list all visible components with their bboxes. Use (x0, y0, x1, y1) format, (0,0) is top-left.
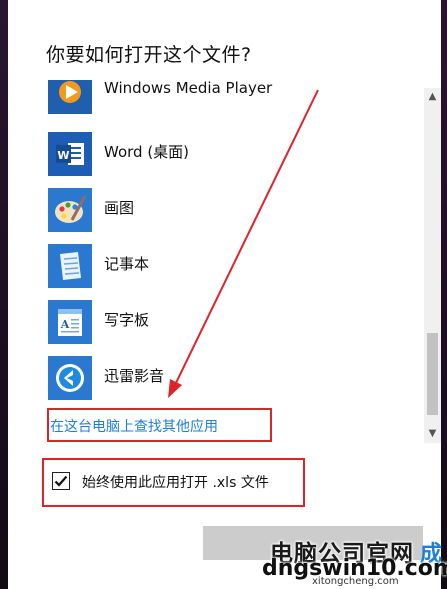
app-item-word[interactable]: W Word (桌面) (48, 132, 408, 176)
svg-text:A: A (60, 318, 70, 331)
app-item-wordpad[interactable]: A 写字板 (48, 300, 408, 344)
app-item-paint[interactable]: 画图 (48, 188, 408, 232)
paint-icon (48, 188, 92, 232)
xunlei-player-icon (48, 356, 92, 400)
app-name: 记事本 (104, 255, 150, 273)
app-name: 迅雷影音 (104, 367, 165, 385)
watermark-subdomain: xitongcheng.com (312, 576, 399, 587)
wordpad-icon: A (48, 300, 92, 344)
scroll-down-arrow-icon[interactable]: ▼ (424, 425, 441, 443)
annotation-box-find-link (47, 408, 272, 442)
app-name: Word (桌面) (104, 143, 190, 161)
scroll-thumb[interactable] (427, 333, 438, 415)
app-name: 写字板 (104, 311, 150, 329)
svg-text:W: W (57, 149, 69, 162)
notepad-icon (48, 244, 92, 288)
media-player-icon (48, 80, 92, 114)
backdrop-right (441, 0, 447, 589)
backdrop-left (0, 0, 8, 589)
scroll-up-arrow-icon[interactable]: ▲ (424, 88, 441, 106)
word-icon: W (48, 132, 92, 176)
app-item-notepad[interactable]: 记事本 (48, 244, 408, 288)
app-item-windows-media-player[interactable]: Windows Media Player (48, 80, 408, 114)
dialog-title: 你要如何打开这个文件? (46, 44, 252, 66)
scrollbar[interactable]: ▲ ▼ (424, 88, 441, 443)
app-name: 画图 (104, 199, 135, 217)
app-list: Windows Media Player W Word (桌面) 画图 记事本 … (8, 80, 418, 448)
app-item-xunlei-player[interactable]: 迅雷影音 (48, 356, 408, 400)
app-name: Windows Media Player (104, 80, 273, 97)
annotation-box-always-use (42, 458, 305, 507)
